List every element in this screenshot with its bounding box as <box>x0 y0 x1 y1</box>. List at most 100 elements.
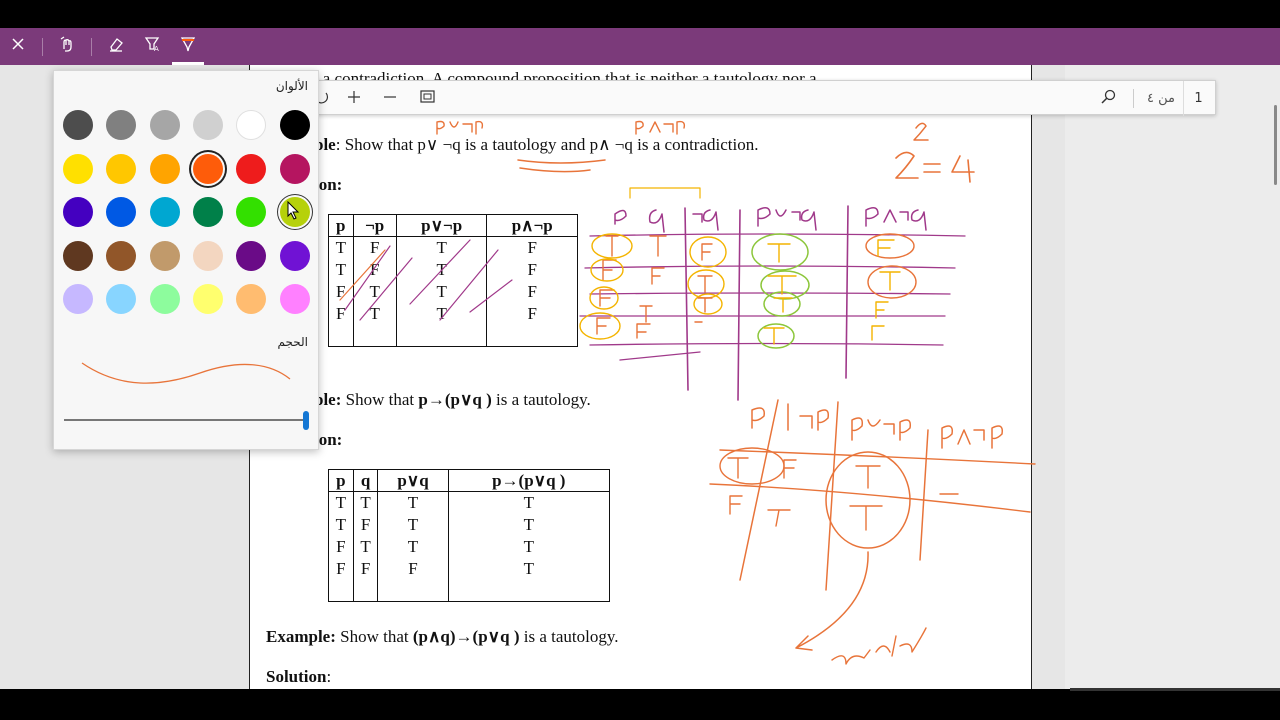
zoom-out-icon <box>383 90 397 108</box>
color-swatch[interactable] <box>106 284 137 314</box>
zoom-out-button[interactable] <box>375 81 405 116</box>
table-header-cell: p→(p∨q ) <box>447 469 611 492</box>
ink-toolbar: A <box>0 28 1280 65</box>
solution-3-label: Solution: <box>266 667 332 686</box>
pdf-page: d a contradiction. A compound propositio… <box>249 65 1032 689</box>
screen-recorder-badge <box>1070 688 1280 691</box>
pen-icon <box>179 35 197 58</box>
table-header-cell: ¬p <box>352 214 397 237</box>
table-row: FTTF <box>328 302 578 325</box>
example-3-suffix: is a tautology. <box>519 627 619 646</box>
colors-heading: الألوان <box>275 79 308 93</box>
size-slider-track[interactable] <box>64 419 308 421</box>
color-swatch[interactable] <box>149 240 180 271</box>
eraser-icon <box>107 35 125 58</box>
table-header-cell: q <box>352 469 379 492</box>
page-number-input[interactable]: 1 <box>1183 81 1213 116</box>
table-cell: T <box>395 280 488 303</box>
stroke-preview <box>81 362 291 384</box>
color-swatch[interactable] <box>236 197 267 227</box>
color-swatch[interactable] <box>192 110 223 140</box>
table-cell: F <box>486 302 578 325</box>
example-1: ple: Show that p∨ ¬q is a tautology and … <box>314 135 758 155</box>
highlighter-icon: A <box>143 35 161 58</box>
color-swatch[interactable] <box>106 240 137 271</box>
example-2-suffix: is a tautology. <box>491 390 591 409</box>
scrollbar-thumb[interactable] <box>1274 105 1277 185</box>
color-swatch[interactable] <box>192 240 223 271</box>
color-swatch[interactable] <box>106 110 137 140</box>
pen-button[interactable] <box>170 28 206 65</box>
table-cell: T <box>395 258 488 281</box>
color-swatch[interactable] <box>279 240 310 271</box>
table-cell: F <box>328 302 354 325</box>
example-2-formula: p→(p∨q ) <box>418 390 492 409</box>
truth-table-2: p q p∨q p→(p∨q ) TTTTTFTTFTTTFFFT <box>328 469 611 602</box>
color-swatch[interactable] <box>236 153 267 184</box>
table-cell: F <box>486 258 578 281</box>
color-swatch[interactable] <box>192 284 223 314</box>
color-swatch[interactable] <box>149 197 180 227</box>
page-total: من ٤ <box>1147 91 1175 106</box>
color-swatch[interactable] <box>149 153 180 184</box>
color-swatch[interactable] <box>63 153 93 184</box>
color-swatch[interactable] <box>149 284 180 314</box>
table-header-cell: p <box>328 214 354 237</box>
color-swatch[interactable] <box>63 284 93 314</box>
search-button[interactable] <box>1093 81 1123 116</box>
table-row: FTTF <box>328 280 578 303</box>
table-cell: F <box>352 513 379 536</box>
table-cell: F <box>328 280 354 303</box>
color-swatch[interactable] <box>63 110 93 140</box>
table-cell: F <box>328 535 354 558</box>
color-swatch[interactable] <box>236 240 267 271</box>
screen: A d a contradiction. A compound proposit… <box>0 0 1280 720</box>
close-ink-button[interactable] <box>0 28 36 65</box>
table-header-cell: p∨q <box>377 469 449 492</box>
fit-page-icon <box>419 90 435 107</box>
table-cell: T <box>352 535 379 558</box>
example-2: ple: Show that p→(p∨q ) is a tautology. <box>314 390 591 410</box>
eraser-button[interactable] <box>98 28 134 65</box>
color-swatch[interactable] <box>236 110 267 140</box>
taskbar-strip <box>0 689 1280 720</box>
svg-text:A: A <box>154 45 159 53</box>
color-swatch[interactable] <box>279 284 310 314</box>
color-swatch[interactable] <box>149 110 180 140</box>
color-swatch[interactable] <box>279 110 310 140</box>
color-swatch[interactable] <box>279 153 310 184</box>
table-cell: T <box>352 302 397 325</box>
table-cell: F <box>328 557 354 580</box>
table-cell: T <box>447 513 611 536</box>
color-swatch[interactable] <box>106 153 137 184</box>
highlighter-button[interactable]: A <box>134 28 170 65</box>
example-1-text: : Show that p∨ ¬q is a tautology and p∧ … <box>335 135 759 154</box>
color-swatch[interactable] <box>192 153 223 184</box>
zoom-in-button[interactable] <box>339 81 369 116</box>
table-cell: T <box>377 513 449 536</box>
table-cell: F <box>352 258 397 281</box>
example-3: Example: Show that (p∧q)→(p∨q ) is a tau… <box>266 627 618 647</box>
table-cell: T <box>328 258 354 281</box>
table-cell: T <box>447 535 611 558</box>
table-cell: F <box>377 557 449 580</box>
table-cell: T <box>447 491 611 514</box>
color-swatch[interactable] <box>236 284 267 314</box>
table-cell: F <box>352 236 397 259</box>
table-cell: F <box>486 280 578 303</box>
touch-write-button[interactable] <box>49 28 85 65</box>
color-swatch[interactable] <box>106 197 137 227</box>
size-slider-thumb[interactable] <box>303 411 309 430</box>
table-cell: T <box>395 302 488 325</box>
fit-page-button[interactable] <box>412 81 442 116</box>
close-icon <box>11 37 25 56</box>
table-cell: T <box>395 236 488 259</box>
size-heading: الحجم <box>277 335 308 349</box>
color-swatch[interactable] <box>192 197 223 227</box>
example-2-text: Show that <box>341 390 419 409</box>
table-cell: T <box>328 513 354 536</box>
table-row: TFTF <box>328 236 578 259</box>
color-swatch[interactable] <box>63 197 93 227</box>
color-swatch[interactable] <box>63 240 93 271</box>
pen-color-panel: الألوان الحجم <box>53 70 319 450</box>
